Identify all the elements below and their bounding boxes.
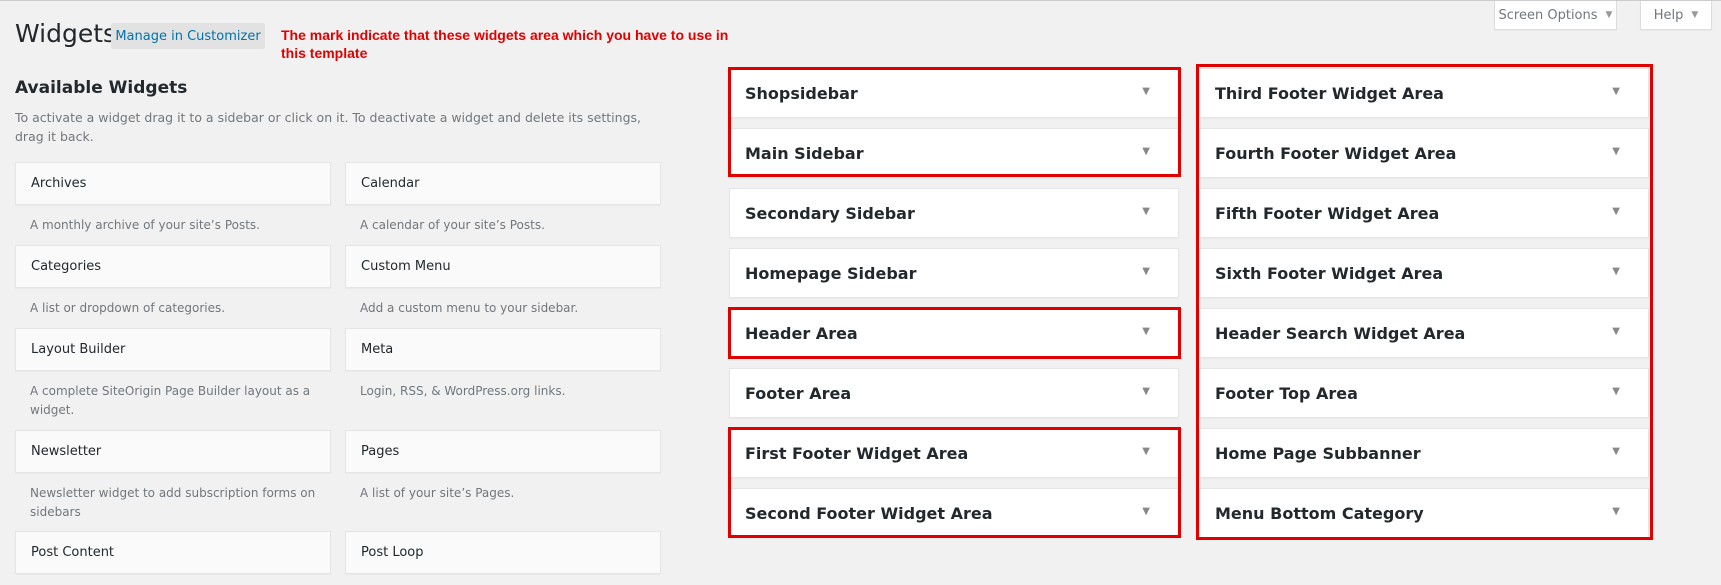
caret-down-icon[interactable]: ▼ — [1612, 386, 1620, 397]
caret-down-icon[interactable]: ▼ — [1612, 326, 1620, 337]
caret-down-icon[interactable]: ▼ — [1612, 146, 1620, 157]
widget-layout-builder-description: A complete SiteOrigin Page Builder layou… — [30, 384, 311, 417]
caret-down-icon[interactable]: ▼ — [1612, 206, 1620, 217]
widget-categories[interactable]: Categories — [15, 245, 331, 288]
caret-down-icon[interactable]: ▼ — [1142, 146, 1150, 157]
sidebar-first-footer-widget-area[interactable]: First Footer Widget Area ▼ — [729, 428, 1179, 478]
help-label: Help — [1653, 7, 1684, 23]
sidebar-label: Second Footer Widget Area — [745, 503, 993, 523]
sidebar-main-sidebar[interactable]: Main Sidebar ▼ — [729, 128, 1179, 178]
widget-custom-menu-description: Add a custom menu to your sidebar. — [360, 301, 579, 315]
sidebar-shopsidebar[interactable]: Shopsidebar ▼ — [729, 68, 1179, 118]
widget-pages-description: A list of your site’s Pages. — [360, 486, 515, 500]
sidebar-label: Homepage Sidebar — [745, 263, 917, 283]
widget-calendar[interactable]: Calendar — [345, 162, 661, 205]
caret-down-icon[interactable]: ▼ — [1142, 506, 1150, 517]
sidebar-label: First Footer Widget Area — [745, 443, 969, 463]
caret-down-icon[interactable]: ▼ — [1612, 506, 1620, 517]
widget-archives-description: A monthly archive of your site’s Posts. — [30, 218, 260, 232]
sidebar-sixth-footer-widget-area[interactable]: Sixth Footer Widget Area ▼ — [1199, 248, 1649, 298]
sidebar-home-page-subbanner[interactable]: Home Page Subbanner ▼ — [1199, 428, 1649, 478]
widget-newsletter-description: Newsletter widget to add subscription fo… — [30, 486, 316, 519]
sidebar-label: Header Search Widget Area — [1215, 323, 1466, 343]
screen-options-button[interactable]: Screen Options ▼ — [1494, 1, 1617, 30]
caret-down-icon: ▼ — [1691, 10, 1699, 20]
sidebar-label: Home Page Subbanner — [1215, 443, 1421, 463]
caret-down-icon[interactable]: ▼ — [1142, 86, 1150, 97]
widget-custom-menu[interactable]: Custom Menu — [345, 245, 661, 288]
sidebar-label: Secondary Sidebar — [745, 203, 915, 223]
screen-options-label: Screen Options — [1498, 7, 1598, 23]
caret-down-icon[interactable]: ▼ — [1612, 86, 1620, 97]
admin-top-border — [0, 0, 1721, 1]
available-widgets-title: Available Widgets — [15, 78, 188, 98]
widget-meta[interactable]: Meta — [345, 328, 661, 371]
sidebar-second-footer-widget-area[interactable]: Second Footer Widget Area ▼ — [729, 488, 1179, 538]
sidebar-label: Header Area — [745, 323, 858, 343]
caret-down-icon[interactable]: ▼ — [1612, 446, 1620, 457]
sidebar-label: Footer Area — [745, 383, 852, 403]
sidebar-secondary-sidebar[interactable]: Secondary Sidebar ▼ — [729, 188, 1179, 238]
sidebar-label: Third Footer Widget Area — [1215, 83, 1444, 103]
sidebar-label: Shopsidebar — [745, 83, 858, 103]
sidebar-third-footer-widget-area[interactable]: Third Footer Widget Area ▼ — [1199, 68, 1649, 118]
sidebar-label: Sixth Footer Widget Area — [1215, 263, 1444, 283]
sidebar-label: Footer Top Area — [1215, 383, 1358, 403]
sidebar-fourth-footer-widget-area[interactable]: Fourth Footer Widget Area ▼ — [1199, 128, 1649, 178]
caret-down-icon[interactable]: ▼ — [1142, 206, 1150, 217]
caret-down-icon[interactable]: ▼ — [1142, 446, 1150, 457]
available-widgets-description: To activate a widget drag it to a sideba… — [15, 110, 641, 144]
caret-down-icon[interactable]: ▼ — [1142, 266, 1150, 277]
help-button[interactable]: Help ▼ — [1640, 1, 1712, 30]
sidebar-label: Fourth Footer Widget Area — [1215, 143, 1457, 163]
widget-pages[interactable]: Pages — [345, 430, 661, 473]
widget-meta-description: Login, RSS, & WordPress.org links. — [360, 384, 566, 398]
sidebar-homepage-sidebar[interactable]: Homepage Sidebar ▼ — [729, 248, 1179, 298]
caret-down-icon[interactable]: ▼ — [1612, 266, 1620, 277]
caret-down-icon[interactable]: ▼ — [1142, 326, 1150, 337]
widget-categories-description: A list or dropdown of categories. — [30, 301, 226, 315]
sidebar-menu-bottom-category[interactable]: Menu Bottom Category ▼ — [1199, 488, 1649, 538]
manage-in-customizer-button[interactable]: Manage in Customizer — [111, 23, 265, 49]
widget-post-content[interactable]: Post Content — [15, 531, 331, 574]
sidebar-header-area[interactable]: Header Area ▼ — [729, 308, 1179, 358]
widget-calendar-description: A calendar of your site’s Posts. — [360, 218, 545, 232]
sidebar-label: Fifth Footer Widget Area — [1215, 203, 1440, 223]
sidebar-header-search-widget-area[interactable]: Header Search Widget Area ▼ — [1199, 308, 1649, 358]
widget-newsletter[interactable]: Newsletter — [15, 430, 331, 473]
sidebar-label: Main Sidebar — [745, 143, 864, 163]
sidebar-label: Menu Bottom Category — [1215, 503, 1424, 523]
sidebar-fifth-footer-widget-area[interactable]: Fifth Footer Widget Area ▼ — [1199, 188, 1649, 238]
widget-layout-builder[interactable]: Layout Builder — [15, 328, 331, 371]
caret-down-icon[interactable]: ▼ — [1142, 386, 1150, 397]
widget-archives[interactable]: Archives — [15, 162, 331, 205]
page-title: Widgets — [15, 19, 117, 48]
caret-down-icon: ▼ — [1605, 10, 1613, 20]
annotation-note: The mark indicate that these widgets are… — [281, 27, 729, 61]
sidebar-footer-top-area[interactable]: Footer Top Area ▼ — [1199, 368, 1649, 418]
widget-post-loop[interactable]: Post Loop — [345, 531, 661, 574]
sidebar-footer-area[interactable]: Footer Area ▼ — [729, 368, 1179, 418]
